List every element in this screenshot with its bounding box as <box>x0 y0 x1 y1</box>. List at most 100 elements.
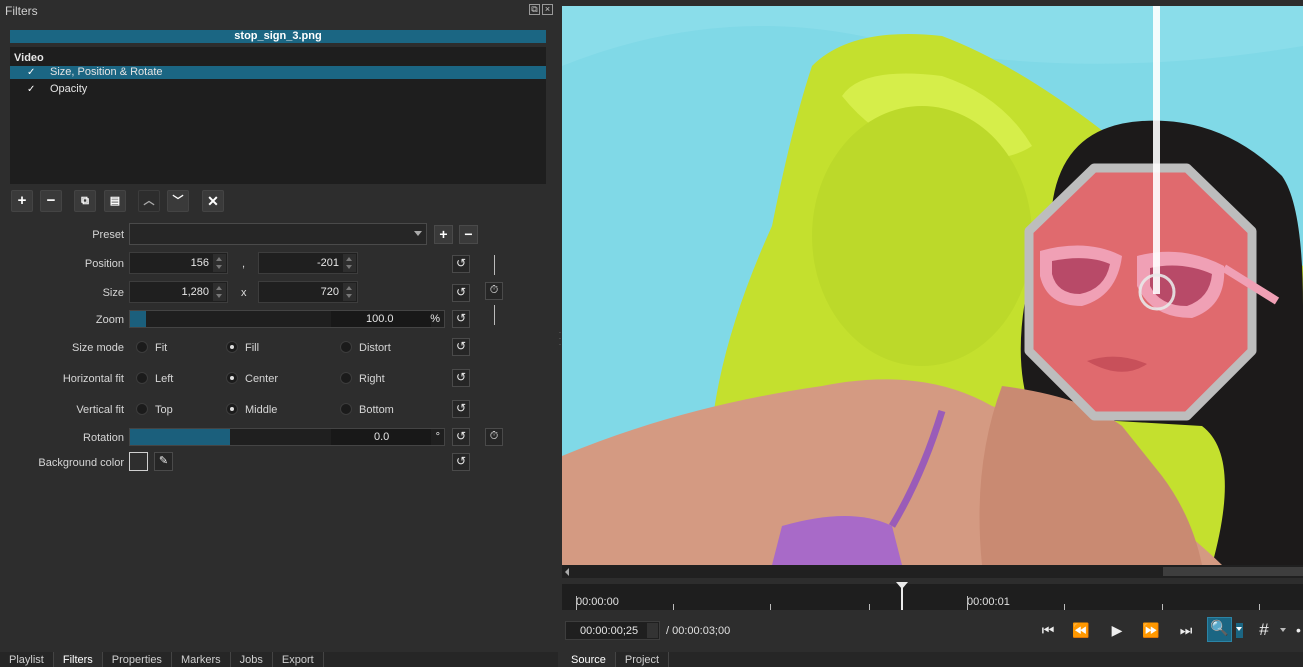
hfit-left-label: Left <box>155 373 174 385</box>
float-bulge <box>812 106 1032 366</box>
size-height-spinbox[interactable]: 720 <box>258 281 358 303</box>
filter-list[interactable]: Video ✓ Size, Position & Rotate ✓ Opacit… <box>10 47 546 184</box>
spin-arrows-icon[interactable] <box>213 254 226 272</box>
close-icon[interactable]: × <box>542 4 553 15</box>
play-button[interactable]: ▶ <box>1105 619 1129 641</box>
background-color-swatch[interactable] <box>129 452 148 471</box>
fast-forward-button[interactable]: ⏩ <box>1139 619 1163 641</box>
scroll-left-icon[interactable] <box>565 568 569 576</box>
size-mode-fill-radio[interactable] <box>226 341 238 353</box>
size-mode-fit-radio[interactable] <box>136 341 148 353</box>
hfit-right-radio[interactable] <box>340 372 352 384</box>
delete-preset-button[interactable]: − <box>459 225 478 244</box>
position-separator: , <box>242 258 246 270</box>
preset-combo[interactable] <box>129 223 427 245</box>
keyframes-size-button[interactable]: ⏱ <box>485 282 503 300</box>
spin-arrows-icon[interactable] <box>213 283 226 301</box>
move-up-button[interactable]: ︿ <box>138 190 160 212</box>
skip-previous-button[interactable]: ⏮ <box>1036 619 1060 641</box>
add-filter-button[interactable]: + <box>11 190 33 212</box>
video-frame <box>562 6 1303 565</box>
vfit-middle-label: Middle <box>245 404 278 416</box>
filter-item-opacity[interactable]: ✓ Opacity <box>10 83 546 96</box>
rotation-unit: ° <box>435 431 440 443</box>
filter-enabled-checkbox[interactable]: ✓ <box>27 66 35 79</box>
filter-enabled-checkbox[interactable]: ✓ <box>27 83 35 96</box>
copy-filters-button[interactable]: ⧉ <box>74 190 96 212</box>
timeline-ruler[interactable]: 00:00:00 00:00:01 <box>562 584 1303 610</box>
float-icon[interactable]: ⧉ <box>529 4 540 15</box>
keyframes-rotation-button[interactable]: ⏱ <box>485 428 503 446</box>
player-panel: 00:00:00 00:00:01 00:00:00;25 / 00:00:03… <box>562 0 1303 652</box>
playhead[interactable] <box>901 584 903 610</box>
rotation-slider[interactable]: 0.0 ° <box>129 428 445 446</box>
undo-icon: ↺ <box>455 285 467 299</box>
grid-button[interactable]: # <box>1252 619 1276 641</box>
tab-markers[interactable]: Markers <box>172 652 231 667</box>
undo-icon: ↺ <box>455 454 467 468</box>
current-timecode-input[interactable]: 00:00:00;25 <box>565 621 660 640</box>
viewer-scrollbar[interactable] <box>562 565 1303 578</box>
ruler-tick <box>869 604 870 610</box>
skip-next-button[interactable]: ⏭ <box>1174 619 1198 641</box>
position-y-spinbox[interactable]: -201 <box>258 252 358 274</box>
paste-filters-button[interactable]: ▤ <box>104 190 126 212</box>
spin-arrows-icon[interactable] <box>647 623 658 638</box>
vfit-middle-radio[interactable] <box>226 403 238 415</box>
plus-icon: + <box>439 226 448 242</box>
filter-item-label: Opacity <box>50 83 88 95</box>
scrollbar-thumb[interactable] <box>1163 567 1303 576</box>
selection-marker <box>12 67 22 78</box>
reset-size-mode-button[interactable]: ↺ <box>452 338 470 356</box>
grid-dropdown-icon[interactable] <box>1280 628 1286 632</box>
size-mode-label: Size mode <box>72 342 124 354</box>
ruler-tick <box>967 596 968 610</box>
vfit-top-radio[interactable] <box>136 403 148 415</box>
color-picker-button[interactable]: ✎ <box>154 452 173 471</box>
undo-icon: ↺ <box>455 429 467 443</box>
chevron-down-icon <box>414 231 422 236</box>
tab-jobs[interactable]: Jobs <box>231 652 273 667</box>
reset-hfit-button[interactable]: ↺ <box>452 369 470 387</box>
spin-arrows-icon[interactable] <box>343 254 356 272</box>
spin-arrows-icon[interactable] <box>343 283 356 301</box>
rewind-icon: ⏪ <box>1072 622 1090 638</box>
filter-item-size-position-rotate[interactable]: ✓ Size, Position & Rotate <box>10 66 546 79</box>
tab-export[interactable]: Export <box>273 652 324 667</box>
reset-vfit-button[interactable]: ↺ <box>452 400 470 418</box>
tab-project[interactable]: Project <box>616 652 670 667</box>
zoom-slider[interactable]: 100.0 % <box>129 310 445 328</box>
video-viewer[interactable] <box>562 6 1303 565</box>
zoom-dropdown-button[interactable] <box>1236 623 1243 638</box>
reset-size-button[interactable]: ↺ <box>452 284 470 302</box>
rotation-slider-fill <box>130 429 230 445</box>
save-preset-button[interactable]: + <box>434 225 453 244</box>
vfit-bottom-radio[interactable] <box>340 403 352 415</box>
remove-filter-button[interactable]: − <box>40 190 62 212</box>
size-width-spinbox[interactable]: 1,280 <box>129 281 228 303</box>
zoom-in-icon: 🔍 <box>1210 620 1229 637</box>
hfit-left-radio[interactable] <box>136 372 148 384</box>
reset-background-color-button[interactable]: ↺ <box>452 453 470 471</box>
reset-position-button[interactable]: ↺ <box>452 255 470 273</box>
zoom-label: Zoom <box>95 314 124 326</box>
hfit-center-radio[interactable] <box>226 372 238 384</box>
plus-icon: + <box>17 192 27 209</box>
tab-filters[interactable]: Filters <box>53 652 103 667</box>
tab-source[interactable]: Source <box>562 652 616 667</box>
total-duration: / 00:00:03;00 <box>666 625 731 637</box>
move-down-button[interactable]: ﹀ <box>167 190 189 212</box>
more-button[interactable]: • <box>1296 619 1303 641</box>
size-mode-distort-radio[interactable] <box>340 341 352 353</box>
zoom-button[interactable]: 🔍 <box>1207 617 1232 642</box>
tab-playlist[interactable]: Playlist <box>0 652 54 667</box>
close-icon: ✕ <box>207 193 219 209</box>
deselect-filter-button[interactable]: ✕ <box>202 190 224 212</box>
reset-rotation-button[interactable]: ↺ <box>452 428 470 446</box>
reset-zoom-button[interactable]: ↺ <box>452 310 470 328</box>
tab-properties[interactable]: Properties <box>103 652 172 667</box>
size-mode-fit-label: Fit <box>155 342 168 354</box>
position-x-spinbox[interactable]: 156 <box>129 252 228 274</box>
rewind-button[interactable]: ⏪ <box>1069 619 1093 641</box>
ruler-tick <box>770 604 771 610</box>
